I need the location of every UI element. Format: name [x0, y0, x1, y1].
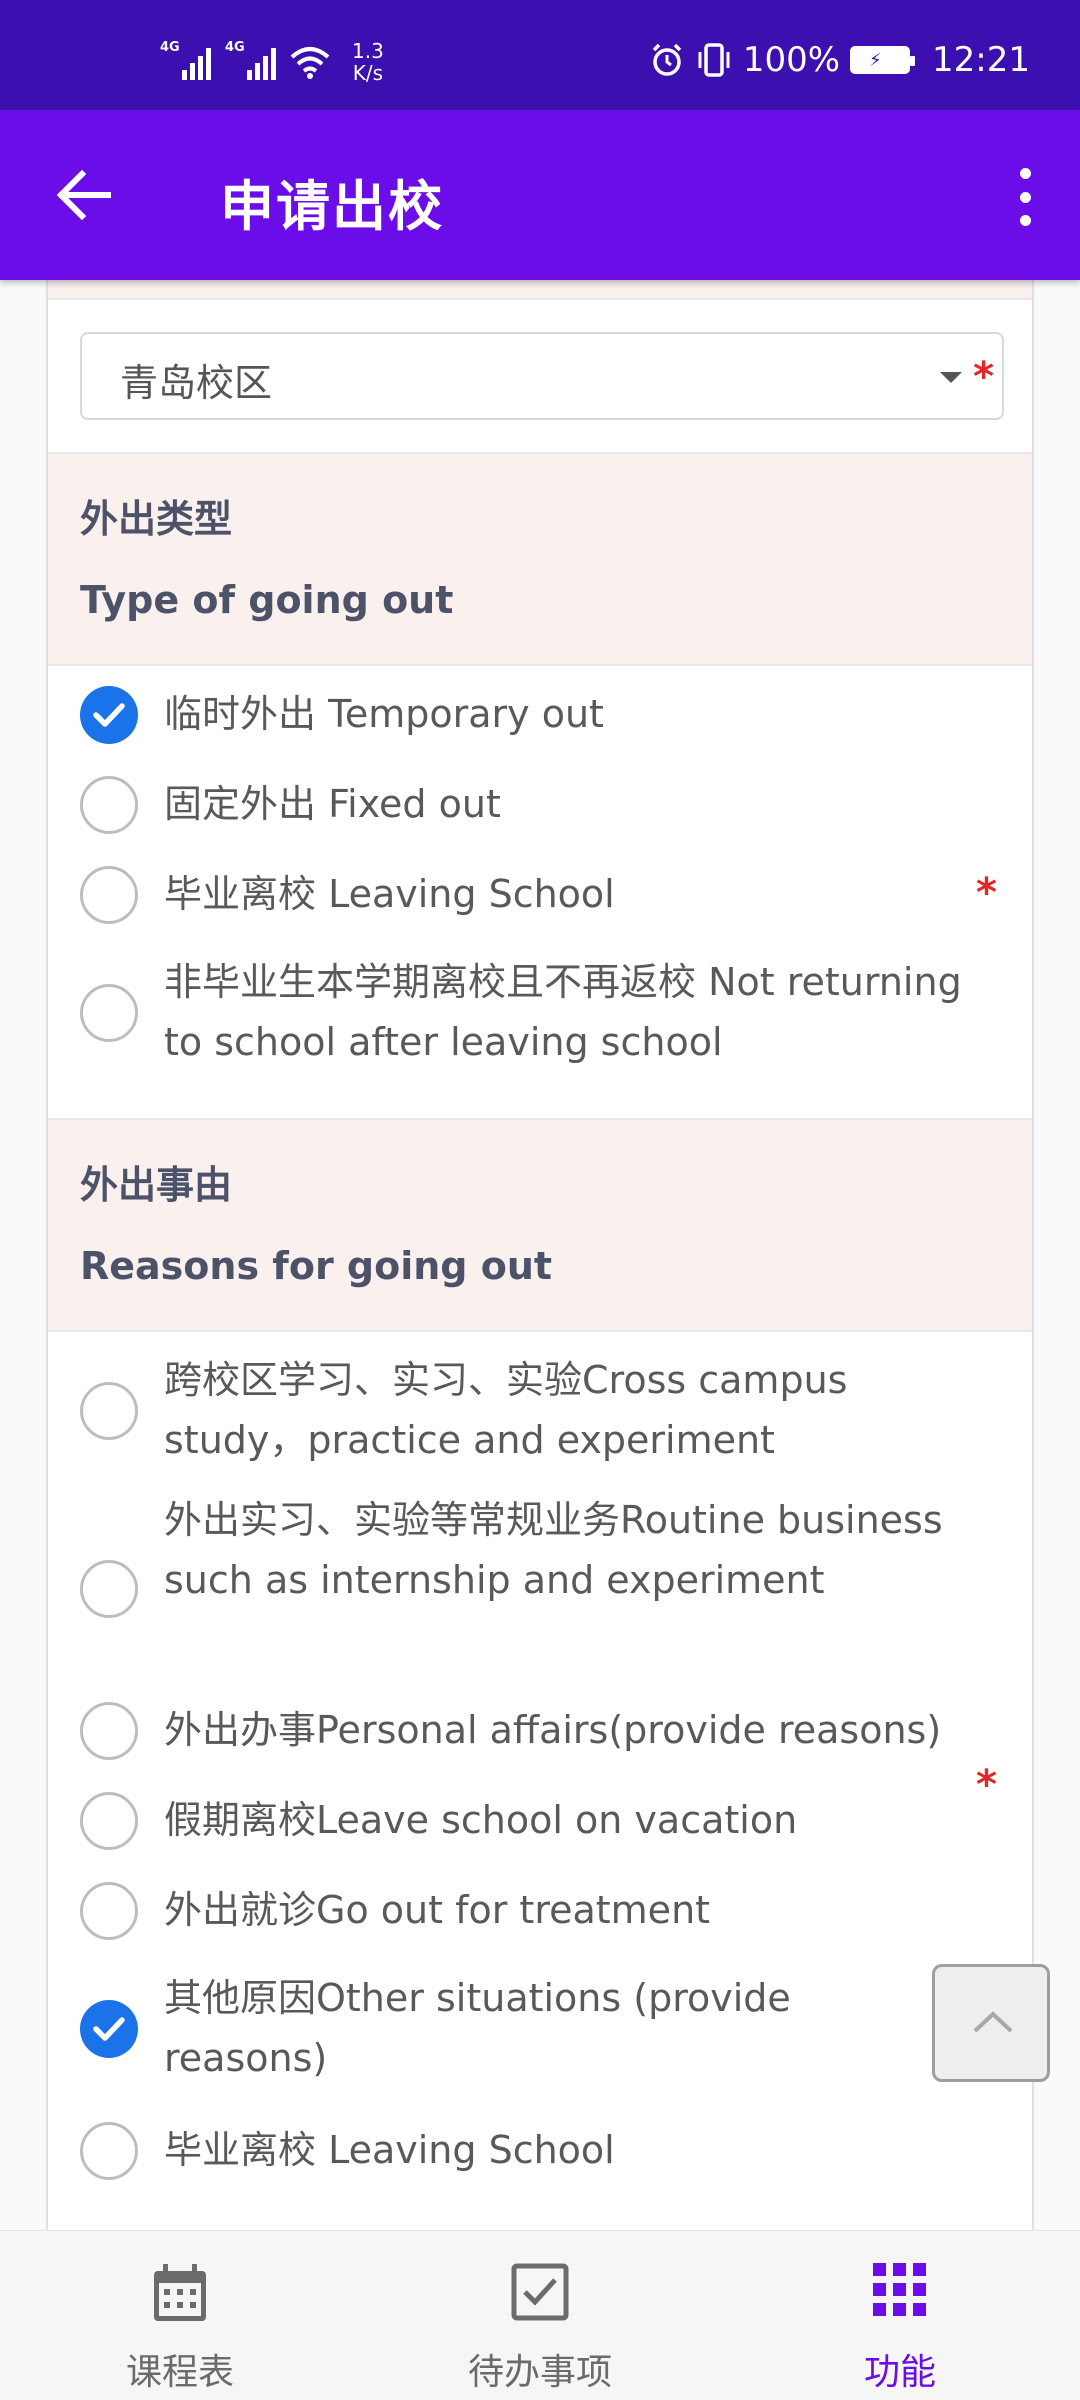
section-reason-header: 外出事由 Reasons for going out [48, 1118, 1032, 1332]
signal-icon-2: 4G [225, 40, 276, 80]
caret-down-icon [940, 372, 962, 383]
radio-label: 固定外出 Fixed out [164, 782, 501, 826]
required-marker: * [976, 870, 997, 916]
required-marker: * [973, 354, 994, 400]
bottom-nav: 课程表 待办事项 功能 [0, 2230, 1080, 2400]
battery-icon: ⚡ [850, 46, 916, 74]
calendar-icon [154, 2264, 206, 2321]
radio-unchecked-icon[interactable] [80, 2122, 138, 2180]
section-type-title-en: Type of going out [80, 578, 454, 622]
network-speed: 1.3 K/s [352, 39, 384, 85]
radio-unchecked-icon[interactable] [80, 866, 138, 924]
radio-unchecked-icon[interactable] [80, 1792, 138, 1850]
nav-label: 功能 [863, 2352, 936, 2393]
radio-unchecked-icon[interactable] [80, 1560, 138, 1618]
section-reason-title-zh: 外出事由 [80, 1163, 233, 1207]
radio-label: 毕业离校 Leaving School [164, 872, 615, 916]
wifi-icon [290, 47, 330, 79]
battery-percent: 100% [742, 40, 841, 80]
nav-label: 待办事项 [467, 2352, 612, 2393]
radio-unchecked-icon[interactable] [80, 1882, 138, 1940]
grid-icon [873, 2263, 926, 2316]
back-button[interactable] [50, 160, 120, 230]
radio-label: 跨校区学习、实习、实验Cross campus study，practice a… [164, 1358, 848, 1462]
required-marker: * [976, 1762, 997, 1808]
radio-label: 毕业离校 Leaving School [164, 2128, 615, 2172]
radio-checked-icon[interactable] [80, 686, 138, 744]
nav-item-todo[interactable]: 待办事项 [360, 2231, 720, 2400]
arrow-left-icon [56, 169, 111, 221]
checkbox-icon [511, 2263, 569, 2321]
vibrate-icon [698, 43, 730, 77]
chevron-up-icon [973, 2011, 1013, 2033]
form-card: 青岛校区 * 外出类型 Type of going out 临时外出 Tempo… [46, 280, 1034, 2230]
radio-label: 假期离校Leave school on vacation [164, 1798, 798, 1842]
network-type-2: 4G [225, 40, 245, 55]
radio-unchecked-icon[interactable] [80, 1382, 138, 1440]
radio-unchecked-icon[interactable] [80, 1702, 138, 1760]
radio-unchecked-icon[interactable] [80, 984, 138, 1042]
clock: 12:21 [932, 40, 1030, 80]
page-title: 申请出校 [220, 175, 444, 238]
app-bar: 申请出校 [0, 110, 1080, 280]
radio-label: 其他原因Other situations (provide reasons) [164, 1976, 791, 2080]
network-type-1: 4G [160, 40, 180, 55]
campus-select[interactable]: 青岛校区 * [80, 332, 1004, 420]
radio-label: 临时外出 Temporary out [164, 692, 604, 736]
alarm-icon [652, 43, 682, 76]
radio-label: 外出就诊Go out for treatment [164, 1888, 711, 1932]
scroll-to-top-button[interactable] [932, 1964, 1050, 2082]
campus-select-value: 青岛校区 [120, 361, 273, 405]
section-type-header: 外出类型 Type of going out [48, 452, 1032, 666]
nav-item-functions[interactable]: 功能 [720, 2231, 1080, 2400]
radio-label: 外出实习、实验等常规业务Routine business such as int… [164, 1498, 943, 1602]
status-bar: 4G 4G 1.3 K/s 100% ⚡ 12:21 [0, 0, 1080, 110]
nav-item-schedule[interactable]: 课程表 [0, 2231, 360, 2400]
section-reason-title-en: Reasons for going out [80, 1244, 553, 1288]
more-menu-button[interactable] [1000, 162, 1050, 232]
section-header-partial [48, 280, 1032, 300]
signal-icon: 4G [160, 40, 211, 80]
section-type-title-zh: 外出类型 [80, 497, 233, 541]
nav-label: 课程表 [125, 2352, 234, 2393]
radio-checked-icon[interactable] [80, 2000, 138, 2058]
radio-label: 非毕业生本学期离校且不再返校 Not returning to school a… [164, 960, 962, 1064]
radio-unchecked-icon[interactable] [80, 776, 138, 834]
radio-label: 外出办事Personal affairs(provide reasons) [164, 1708, 942, 1752]
more-vert-icon [1019, 168, 1031, 179]
